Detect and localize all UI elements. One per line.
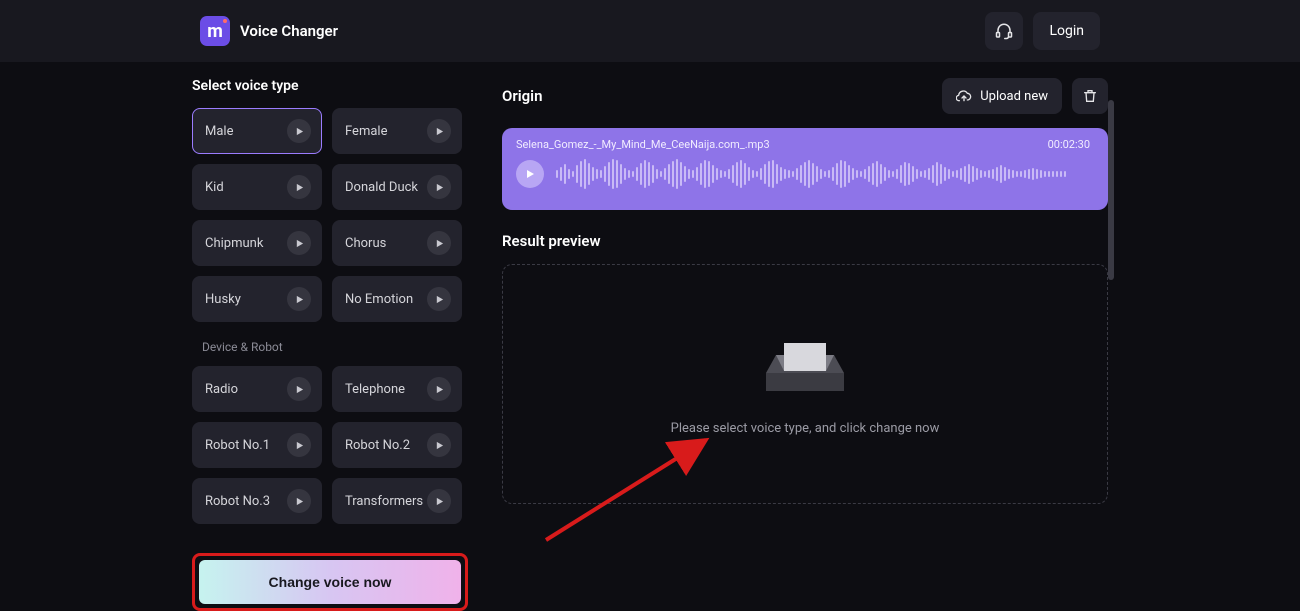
voice-label: Robot No.3 [205, 494, 270, 509]
result-placeholder-text: Please select voice type, and click chan… [671, 421, 940, 436]
sidebar: Select voice type Male Female Kid Donald Du… [192, 62, 468, 611]
voice-label: Robot No.2 [345, 438, 410, 453]
device-voice-transformers[interactable]: Transformers [332, 478, 462, 524]
preview-play-button[interactable] [287, 175, 311, 199]
preview-play-button[interactable] [427, 287, 451, 311]
app-title: Voice Changer [240, 22, 338, 40]
preview-play-button[interactable] [287, 489, 311, 513]
change-voice-highlight: Change voice now [192, 553, 468, 611]
voice-label: Telephone [345, 382, 405, 397]
login-label: Login [1049, 23, 1084, 39]
device-voice-robot-no-2[interactable]: Robot No.2 [332, 422, 462, 468]
topbar: Voice Changer Login [0, 0, 1300, 62]
voice-husky[interactable]: Husky [192, 276, 322, 322]
headset-icon [995, 22, 1013, 40]
voice-kid[interactable]: Kid [192, 164, 322, 210]
voice-no-emotion[interactable]: No Emotion [332, 276, 462, 322]
origin-audio-panel: Selena_Gomez_-_My_Mind_Me_CeeNaija.com_.… [502, 128, 1108, 210]
voice-label: Transformers [345, 494, 423, 509]
voice-label: No Emotion [345, 292, 413, 307]
page-scrollbar[interactable] [1108, 100, 1114, 280]
main: Select voice type Male Female Kid Donald Du… [0, 62, 1300, 611]
device-voice-robot-no-1[interactable]: Robot No.1 [192, 422, 322, 468]
voice-label: Chipmunk [205, 236, 263, 251]
voice-label: Donald Duck [345, 180, 418, 195]
voice-label: Husky [205, 292, 241, 307]
voice-label: Kid [205, 180, 224, 195]
cloud-upload-icon [956, 88, 972, 104]
voice-donald-duck[interactable]: Donald Duck [332, 164, 462, 210]
trash-icon [1082, 88, 1098, 104]
preview-play-button[interactable] [287, 433, 311, 457]
change-voice-button[interactable]: Change voice now [199, 560, 461, 604]
voice-chorus[interactable]: Chorus [332, 220, 462, 266]
delete-button[interactable] [1072, 78, 1108, 114]
content: Origin Upload new Selena_Gomez_-_My_Mind… [502, 62, 1108, 611]
origin-title: Origin [502, 87, 542, 105]
voice-chipmunk[interactable]: Chipmunk [192, 220, 322, 266]
play-icon [525, 169, 535, 179]
voice-male[interactable]: Male [192, 108, 322, 154]
login-button[interactable]: Login [1033, 12, 1100, 50]
device-voice-robot-no-3[interactable]: Robot No.3 [192, 478, 322, 524]
upload-label: Upload new [980, 89, 1048, 104]
preview-play-button[interactable] [427, 377, 451, 401]
preview-play-button[interactable] [427, 489, 451, 513]
sidebar-subsection: Device & Robot [202, 340, 462, 354]
preview-play-button[interactable] [427, 433, 451, 457]
origin-duration: 00:02:30 [1048, 138, 1090, 151]
device-voice-radio[interactable]: Radio [192, 366, 322, 412]
preview-play-button[interactable] [427, 231, 451, 255]
preview-play-button[interactable] [427, 119, 451, 143]
result-title: Result preview [502, 232, 1108, 250]
sidebar-title: Select voice type [192, 78, 462, 94]
support-button[interactable] [985, 12, 1023, 50]
voice-label: Robot No.1 [205, 438, 270, 453]
upload-new-button[interactable]: Upload new [942, 78, 1062, 114]
inbox-icon [766, 333, 844, 395]
preview-play-button[interactable] [287, 119, 311, 143]
app-logo [200, 16, 230, 46]
origin-play-button[interactable] [516, 160, 544, 188]
device-voice-telephone[interactable]: Telephone [332, 366, 462, 412]
voice-label: Female [345, 124, 387, 139]
origin-waveform[interactable] [556, 157, 1090, 191]
voice-female[interactable]: Female [332, 108, 462, 154]
voice-label: Chorus [345, 236, 386, 251]
preview-play-button[interactable] [287, 287, 311, 311]
preview-play-button[interactable] [287, 377, 311, 401]
preview-play-button[interactable] [287, 231, 311, 255]
result-preview-panel: Please select voice type, and click chan… [502, 264, 1108, 504]
voice-label: Radio [205, 382, 238, 397]
origin-filename: Selena_Gomez_-_My_Mind_Me_CeeNaija.com_.… [516, 138, 770, 151]
preview-play-button[interactable] [427, 175, 451, 199]
voice-label: Male [205, 124, 233, 139]
